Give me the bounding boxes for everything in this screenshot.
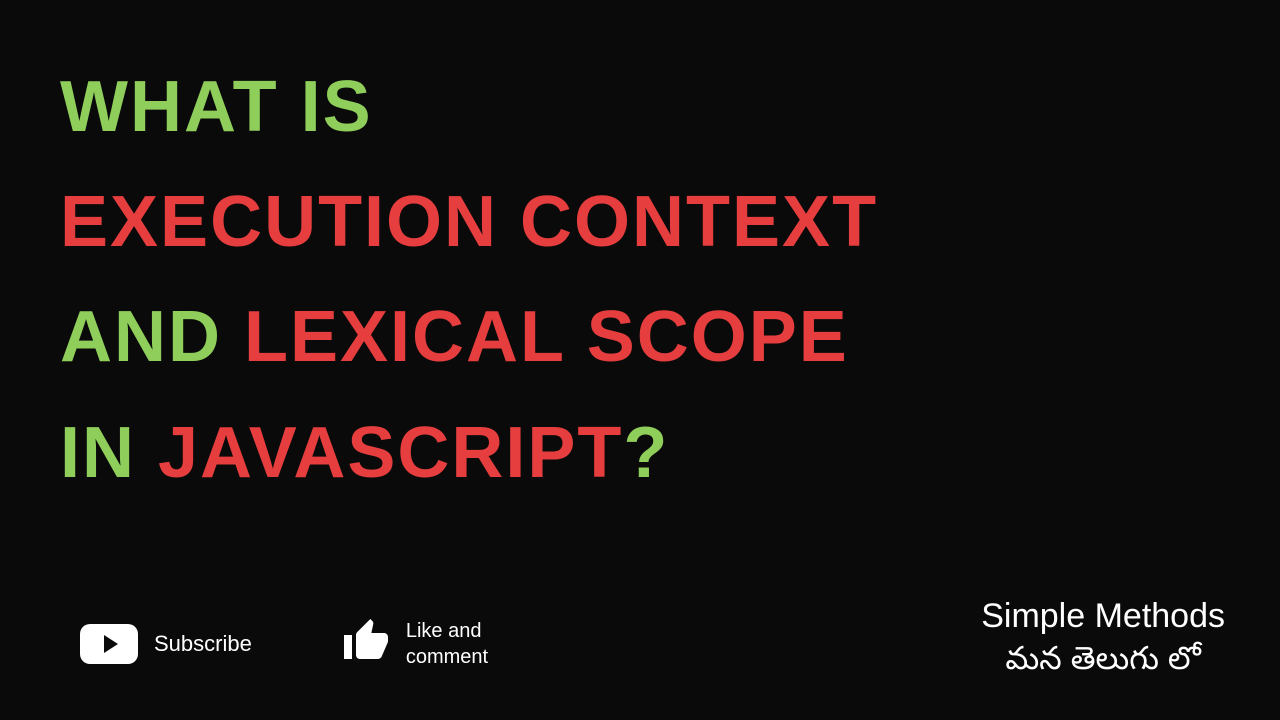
- title-lexical-scope: Lexical Scope: [244, 297, 849, 377]
- title-javascript: Javascript: [158, 413, 623, 493]
- cta-row: Subscribe Like and comment: [80, 617, 488, 670]
- like-text: Like and comment: [406, 618, 488, 670]
- play-triangle-icon: [104, 635, 118, 653]
- title-line-1: What is: [60, 50, 1220, 165]
- like-line-2: comment: [406, 644, 488, 670]
- title-line-4: in Javascript?: [60, 396, 1220, 511]
- title-container: What is Execution Context and Lexical Sc…: [0, 0, 1280, 511]
- title-question-mark: ?: [623, 413, 669, 493]
- like-cta[interactable]: Like and comment: [342, 617, 488, 670]
- subscribe-cta[interactable]: Subscribe: [80, 624, 252, 664]
- subscribe-text: Subscribe: [154, 631, 252, 657]
- channel-info: Simple Methods మన తెలుగు లో: [981, 597, 1225, 685]
- like-line-1: Like and: [406, 618, 488, 644]
- title-in: in: [60, 413, 136, 493]
- title-line-2: Execution Context: [60, 165, 1220, 280]
- thumbs-up-icon: [342, 617, 390, 670]
- youtube-icon: [80, 624, 138, 664]
- channel-tagline: మన తెలుగు లో: [981, 640, 1225, 685]
- channel-name: Simple Methods: [981, 597, 1225, 636]
- title-line-3: and Lexical Scope: [60, 280, 1220, 395]
- title-and: and: [60, 297, 222, 377]
